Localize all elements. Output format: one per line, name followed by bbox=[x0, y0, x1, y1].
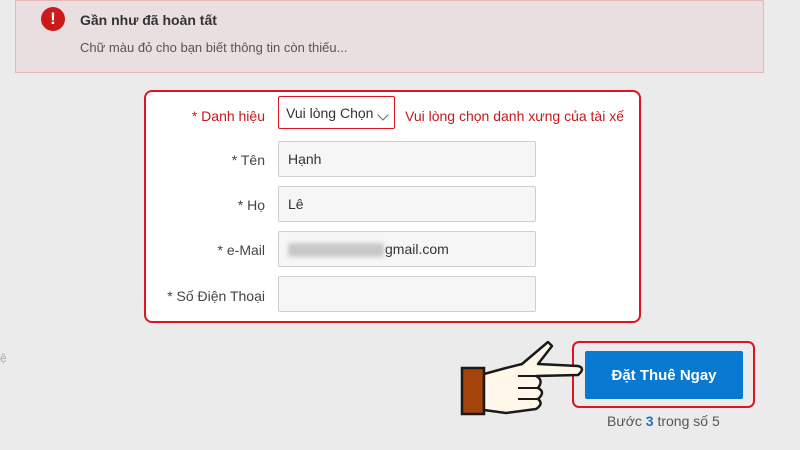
incomplete-alert: ! Gần như đã hoàn tất Chữ màu đỏ cho bạn… bbox=[15, 0, 764, 73]
email-domain: gmail.com bbox=[385, 241, 449, 257]
first-name-value: Hạnh bbox=[288, 151, 322, 167]
phone-label: * Số Điện Thoại bbox=[167, 288, 265, 304]
step-prefix: Bước bbox=[607, 413, 642, 429]
title-select[interactable]: Vui lòng Chọn bbox=[278, 96, 395, 129]
first-name-field[interactable]: Hạnh bbox=[278, 141, 536, 177]
title-select-value: Vui lòng Chọn bbox=[286, 105, 374, 121]
email-field[interactable]: gmail.com bbox=[278, 231, 536, 267]
last-name-label: * Họ bbox=[237, 197, 265, 213]
pointing-hand-icon bbox=[460, 340, 584, 416]
phone-field[interactable] bbox=[278, 276, 536, 312]
title-error-message: Vui lòng chọn danh xưng của tài xế bbox=[405, 108, 625, 124]
last-name-field[interactable]: Lê bbox=[278, 186, 536, 222]
exclamation-circle-icon: ! bbox=[41, 7, 65, 31]
alert-message: Chữ màu đỏ cho bạn biết thông tin còn th… bbox=[80, 40, 348, 55]
book-now-button[interactable]: Đặt Thuê Ngay bbox=[585, 351, 743, 399]
redacted-email-user bbox=[288, 243, 384, 258]
first-name-label: * Tên bbox=[231, 152, 265, 168]
cut-off-text: ệ bbox=[0, 351, 7, 365]
title-label: * Danh hiệu bbox=[191, 108, 265, 124]
step-current: 3 bbox=[645, 413, 654, 429]
email-label: * e-Mail bbox=[217, 242, 265, 258]
chevron-down-icon bbox=[377, 109, 389, 121]
step-middle: trong số bbox=[657, 413, 709, 429]
last-name-value: Lê bbox=[288, 196, 304, 212]
step-total: 5 bbox=[711, 413, 720, 429]
step-indicator: Bước 3 trong số 5 bbox=[607, 413, 720, 429]
alert-title: Gần như đã hoàn tất bbox=[80, 12, 217, 28]
